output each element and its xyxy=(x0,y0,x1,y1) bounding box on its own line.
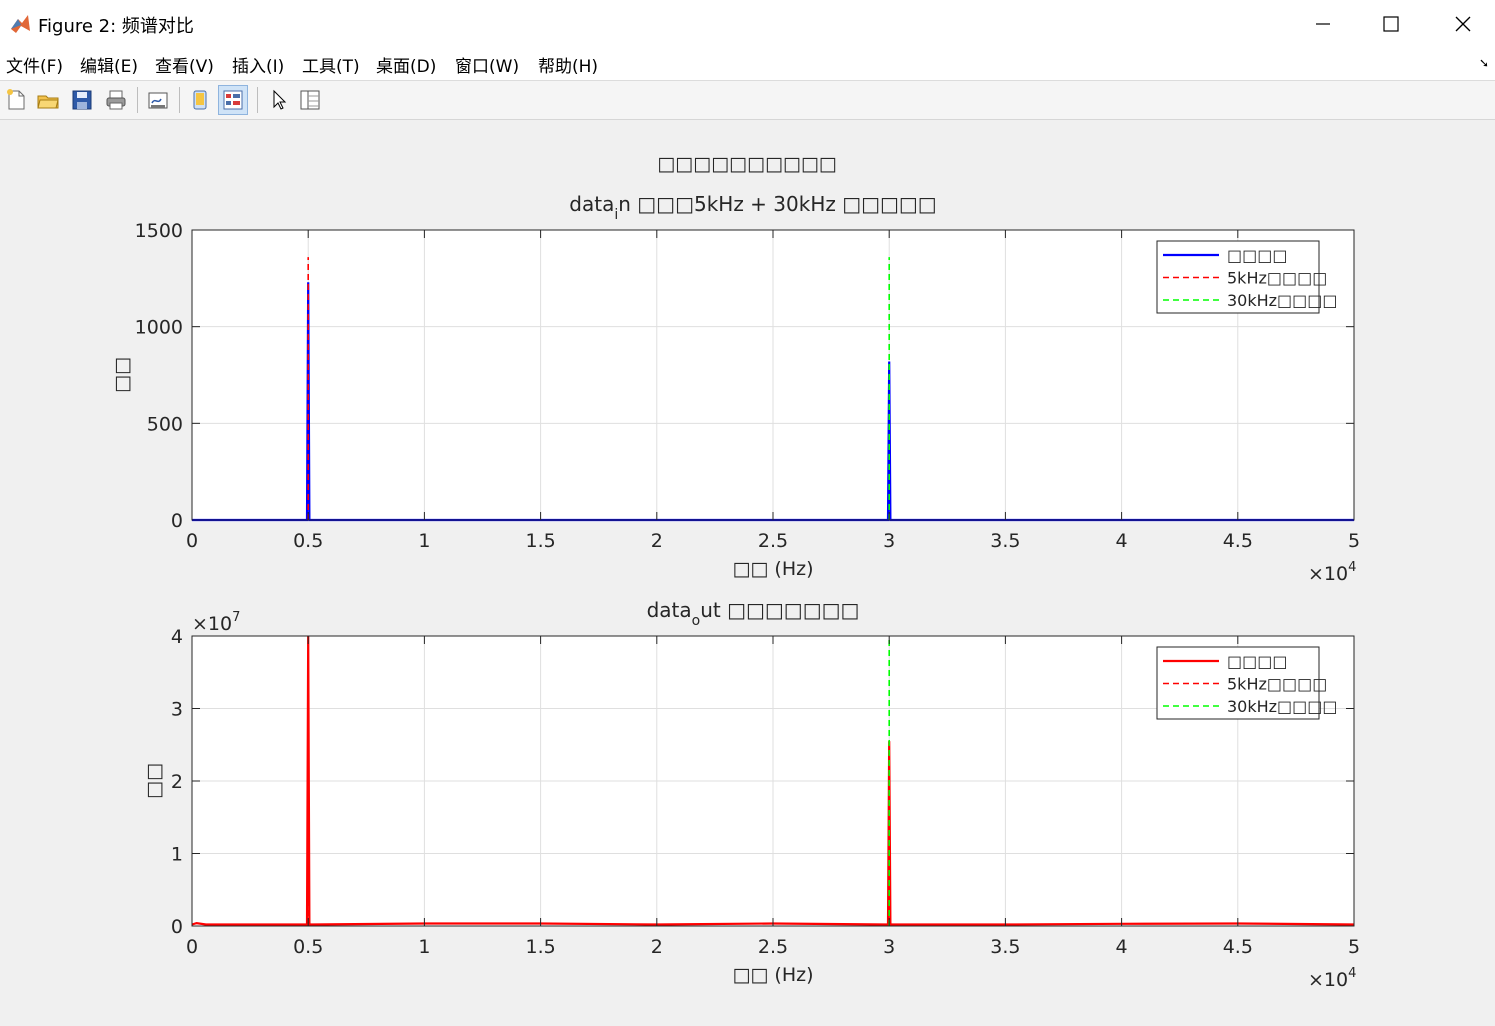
x-exponent: ×104 xyxy=(1308,966,1356,991)
matlab-logo-icon xyxy=(9,13,31,35)
axes-title: dataout □□□□□□□ xyxy=(647,598,860,629)
legend-entry-2: 5kHz□□□□ xyxy=(1227,675,1327,694)
x-tick-label: 5 xyxy=(1348,530,1360,552)
window-title-bar: Figure 2: 频谱对比 xyxy=(0,0,1495,48)
menu-edit[interactable]: 编辑(E) xyxy=(80,52,138,77)
edit-plot-button[interactable] xyxy=(263,85,293,115)
menu-insert[interactable]: 插入(I) xyxy=(232,52,284,77)
menu-view[interactable]: 查看(V) xyxy=(155,52,214,77)
x-exponent: ×104 xyxy=(1308,560,1356,585)
axes-1: 0 0.5 1 1.5 2 2.5 3 3.5 4 4.5 5 0 500 1000 1500 datain … xyxy=(111,192,1360,585)
legend-entry-3: 30kHz□□□□ xyxy=(1227,697,1338,716)
y-tick-label: 3 xyxy=(171,699,183,721)
open-property-inspector-button[interactable] xyxy=(295,85,325,115)
save-button[interactable] xyxy=(67,85,97,115)
open-file-button[interactable] xyxy=(33,85,63,115)
maximize-button[interactable] xyxy=(1368,6,1414,42)
x-tick-label: 0.5 xyxy=(293,936,323,958)
x-axis-label: □□ (Hz) xyxy=(732,964,813,986)
figure-canvas: □□□□□□□□□□ 0 0.5 1 1.5 2 2.5 3 3.5 4 4.5 5 0 500 1000… xyxy=(0,120,1495,1022)
close-button[interactable] xyxy=(1440,6,1486,42)
x-tick-label: 2 xyxy=(651,936,663,958)
axes-title: datain □□□5kHz + 30kHz □□□□□ xyxy=(569,192,936,223)
link-plot-button[interactable] xyxy=(143,85,173,115)
y-tick-label: 0 xyxy=(171,916,183,938)
x-tick-label: 3.5 xyxy=(990,530,1020,552)
save-icon xyxy=(72,90,92,110)
y-tick-label: 4 xyxy=(171,626,183,648)
print-button[interactable] xyxy=(101,85,131,115)
x-tick-label: 5 xyxy=(1348,936,1360,958)
hide-plot-tools-icon xyxy=(193,90,207,110)
window-title: Figure 2: 频谱对比 xyxy=(38,16,194,37)
menu-window[interactable]: 窗口(W) xyxy=(455,52,519,77)
x-tick-label: 4.5 xyxy=(1223,936,1253,958)
minimize-icon xyxy=(1316,23,1330,25)
legend-entry-2: 5kHz□□□□ xyxy=(1227,269,1327,288)
dock-arrow-icon[interactable]: ➘ xyxy=(1479,56,1489,70)
y-tick-label: 0 xyxy=(171,510,183,532)
x-tick-label: 2.5 xyxy=(758,530,788,552)
x-tick-label: 2 xyxy=(651,530,663,552)
figure-toolbar xyxy=(0,81,1495,120)
legend[interactable]: □□□□ 5kHz□□□□ 30kHz□□□□ xyxy=(1156,646,1338,720)
toolbar-separator xyxy=(137,87,138,113)
y-tick-label: 2 xyxy=(171,771,183,793)
link-plot-icon xyxy=(148,92,168,109)
new-figure-button[interactable] xyxy=(1,85,31,115)
x-axis-label: □□ (Hz) xyxy=(732,558,813,580)
show-plot-tools-icon xyxy=(223,90,243,110)
x-tick-label: 4.5 xyxy=(1223,530,1253,552)
figure-svg: □□□□□□□□□□ 0 0.5 1 1.5 2 2.5 3 3.5 4 4.5 505001000… xyxy=(111,153,1360,991)
x-tick-label: 0 xyxy=(186,530,198,552)
x-tick-label: 3 xyxy=(883,936,895,958)
menu-desktop[interactable]: 桌面(D) xyxy=(376,52,436,77)
open-property-inspector-icon xyxy=(300,90,320,110)
x-tick-label: 4 xyxy=(1116,530,1128,552)
x-tick-label: 0.5 xyxy=(293,530,323,552)
y-tick-label: 1 xyxy=(171,844,183,866)
toolbar-separator xyxy=(179,87,180,113)
close-icon xyxy=(1455,16,1471,32)
y-tick-label: 500 xyxy=(147,413,183,435)
legend-entry-1: □□□□ xyxy=(1227,652,1287,671)
show-plot-tools-button[interactable] xyxy=(218,85,248,115)
axes-2: 0 0.5 1 1.5 2 2.5 3 3.5 4 4.5 5 0 1 2 3 4 dataout □□□□□□… xyxy=(143,598,1360,991)
legend[interactable]: □□□□ 5kHz□□□□ 30kHz□□□□ xyxy=(1156,240,1338,314)
x-tick-label: 1 xyxy=(418,936,430,958)
x-tick-label: 4 xyxy=(1116,936,1128,958)
legend-entry-1: □□□□ xyxy=(1227,246,1287,265)
y-axis-label: □□ xyxy=(143,763,165,799)
menu-help[interactable]: 帮助(H) xyxy=(538,52,598,77)
x-tick-label: 1 xyxy=(418,530,430,552)
toolbar-separator xyxy=(257,87,258,113)
maximize-icon xyxy=(1383,16,1399,32)
x-tick-label: 3 xyxy=(883,530,895,552)
hide-plot-tools-button[interactable] xyxy=(185,85,215,115)
menu-file[interactable]: 文件(F) xyxy=(6,52,63,77)
menu-bar: 文件(F) 编辑(E) 查看(V) 插入(I) 工具(T) 桌面(D) 窗口(W… xyxy=(0,48,1495,81)
minimize-button[interactable] xyxy=(1300,6,1346,42)
y-tick-label: 1000 xyxy=(135,317,183,339)
edit-plot-icon xyxy=(273,89,287,110)
new-figure-icon xyxy=(7,89,25,110)
x-tick-label: 2.5 xyxy=(758,936,788,958)
x-tick-label: 0 xyxy=(186,936,198,958)
x-tick-label: 1.5 xyxy=(525,530,555,552)
y-axis-label: □□ xyxy=(111,357,133,393)
print-icon xyxy=(106,90,126,110)
y-tick-label: 1500 xyxy=(135,220,183,242)
x-tick-label: 3.5 xyxy=(990,936,1020,958)
legend-entry-3: 30kHz□□□□ xyxy=(1227,291,1338,310)
menu-tools[interactable]: 工具(T) xyxy=(302,52,360,77)
figure-sgtitle: □□□□□□□□□□ xyxy=(657,153,837,175)
y-exponent: ×107 xyxy=(192,610,240,635)
x-tick-label: 1.5 xyxy=(525,936,555,958)
open-file-icon xyxy=(37,95,59,109)
